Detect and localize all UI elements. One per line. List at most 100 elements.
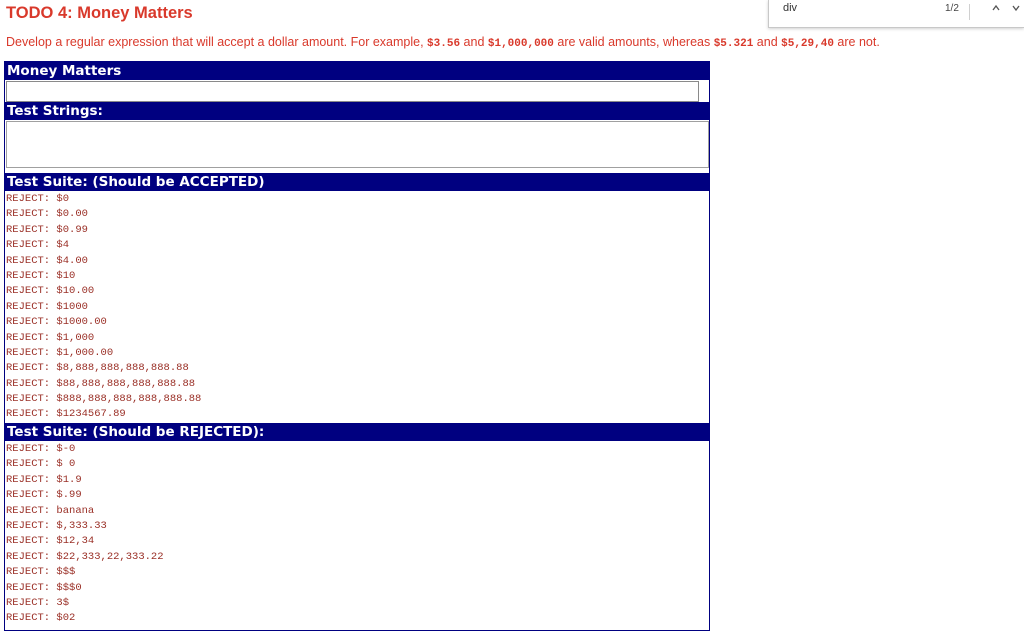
test-case-row: REJECT: $888,888,888,888,888.88: [5, 392, 201, 407]
test-case-row: REJECT: $ 0: [5, 457, 164, 472]
test-case-row: REJECT: $1.9: [5, 473, 164, 488]
test-case-row: REJECT: $1234567.89: [5, 407, 201, 422]
test-case-row: REJECT: $0.00: [5, 207, 201, 222]
test-case-status: REJECT:: [6, 458, 51, 471]
test-case-status: REJECT:: [6, 519, 51, 532]
task-description: Develop a regular expression that will a…: [6, 35, 880, 50]
find-input[interactable]: div: [783, 2, 797, 14]
test-case-value: $02: [56, 612, 76, 625]
test-case-row: REJECT: $,333.33: [5, 519, 164, 534]
test-case-row: REJECT: $10: [5, 269, 201, 284]
test-case-status: REJECT:: [6, 408, 51, 421]
test-case-status: REJECT:: [6, 612, 51, 625]
test-case-status: REJECT:: [6, 504, 51, 517]
example-valid-2: $1,000,000: [487, 38, 554, 50]
test-case-value: $ 0: [56, 458, 76, 471]
test-case-value: $4: [56, 239, 70, 252]
test-case-status: REJECT:: [6, 269, 51, 282]
test-case-value: $10.00: [56, 285, 95, 298]
regex-input[interactable]: [6, 81, 699, 102]
test-case-status: REJECT:: [6, 208, 51, 221]
test-case-row: REJECT: 3$: [5, 596, 164, 611]
test-case-status: REJECT:: [6, 443, 51, 455]
test-case-status: REJECT:: [6, 550, 51, 563]
page-title: TODO 4: Money Matters: [6, 4, 193, 22]
description-text: and: [753, 35, 782, 49]
find-match-count: 1/2: [945, 3, 959, 14]
test-case-status: REJECT:: [6, 346, 51, 359]
test-case-status: REJECT:: [6, 377, 51, 390]
test-case-value: $0.00: [56, 208, 88, 221]
chevron-up-icon[interactable]: [991, 3, 1001, 16]
test-strings-textarea[interactable]: [6, 121, 709, 168]
test-case-value: banana: [56, 504, 95, 517]
test-case-value: $1000: [56, 300, 88, 313]
test-case-row: REJECT: $10.00: [5, 284, 201, 299]
test-case-status: REJECT:: [6, 581, 51, 594]
test-case-value: $8,888,888,888,888.88: [56, 362, 189, 375]
test-case-row: REJECT: $8,888,888,888,888.88: [5, 361, 201, 376]
test-case-row: REJECT: $88,888,888,888,888.88: [5, 377, 201, 392]
chevron-down-icon[interactable]: [1011, 3, 1021, 16]
test-case-row: REJECT: $$$: [5, 565, 164, 580]
test-case-status: REJECT:: [6, 535, 51, 548]
test-case-row: REJECT: $12,34: [5, 534, 164, 549]
test-case-status: REJECT:: [6, 285, 51, 298]
test-strings-header: Test Strings:: [5, 102, 709, 120]
accepted-suite-list: REJECT: $0 REJECT: $0.00 REJECT: $0.99 REJE…: [5, 192, 201, 423]
test-case-row: REJECT: $0.99: [5, 223, 201, 238]
test-case-row: REJECT: $22,333,22,333.22: [5, 550, 164, 565]
find-divider: [969, 4, 970, 20]
test-case-value: $4.00: [56, 254, 88, 267]
test-case-row: REJECT: $02: [5, 611, 164, 626]
test-case-value: $$$0: [56, 581, 82, 594]
test-case-status: REJECT:: [6, 566, 51, 579]
test-case-row: REJECT: $-0: [5, 442, 164, 457]
test-case-status: REJECT:: [6, 473, 51, 486]
test-case-row: REJECT: $$$0: [5, 581, 164, 596]
test-case-value: $$$: [56, 566, 76, 579]
test-case-status: REJECT:: [6, 254, 51, 267]
test-case-value: $10: [56, 269, 76, 282]
test-case-row: REJECT: $1,000.00: [5, 346, 201, 361]
example-invalid-1: $5.321: [713, 38, 754, 50]
test-case-value: $-0: [56, 443, 76, 455]
test-case-value: $0: [56, 193, 70, 205]
test-case-value: $1.9: [56, 473, 82, 486]
test-case-value: $,333.33: [56, 519, 107, 532]
find-bar: div 1/2: [768, 0, 1024, 28]
test-case-value: $0.99: [56, 223, 88, 236]
test-case-row: REJECT: $1000: [5, 300, 201, 315]
money-matters-panel: Money Matters Test Strings: Test Suite: …: [4, 61, 710, 631]
test-case-status: REJECT:: [6, 239, 51, 252]
test-case-row: REJECT: $1,000: [5, 331, 201, 346]
test-case-row: REJECT: banana: [5, 504, 164, 519]
test-case-status: REJECT:: [6, 300, 51, 313]
test-case-status: REJECT:: [6, 489, 51, 502]
test-case-value: $.99: [56, 489, 82, 502]
test-case-value: $1,000.00: [56, 346, 114, 359]
rejected-suite-list: REJECT: $-0 REJECT: $ 0 REJECT: $1.9 REJECT…: [5, 442, 164, 627]
test-case-status: REJECT:: [6, 331, 51, 344]
description-text: are not.: [833, 35, 880, 49]
test-case-row: REJECT: $1000.00: [5, 315, 201, 330]
test-case-status: REJECT:: [6, 393, 51, 406]
test-case-value: $88,888,888,888,888.88: [56, 377, 196, 390]
test-case-value: $12,34: [56, 535, 95, 548]
test-case-status: REJECT:: [6, 316, 51, 329]
rejected-suite-header: Test Suite: (Should be REJECTED):: [5, 423, 709, 441]
test-case-status: REJECT:: [6, 223, 51, 236]
example-valid-1: $3.56: [427, 38, 461, 50]
description-text: are valid amounts, whereas: [553, 35, 714, 49]
test-case-status: REJECT:: [6, 193, 51, 205]
test-case-value: $1234567.89: [56, 408, 126, 421]
description-text: Develop a regular expression that will a…: [6, 35, 428, 49]
description-text: and: [460, 35, 488, 49]
test-case-row: REJECT: $.99: [5, 488, 164, 503]
test-case-value: $1000.00: [56, 316, 107, 329]
accepted-suite-header: Test Suite: (Should be ACCEPTED): [5, 173, 709, 191]
test-case-status: REJECT:: [6, 362, 51, 375]
test-case-row: REJECT: $4.00: [5, 254, 201, 269]
test-case-value: $1,000: [56, 331, 95, 344]
money-matters-header: Money Matters: [5, 62, 709, 80]
